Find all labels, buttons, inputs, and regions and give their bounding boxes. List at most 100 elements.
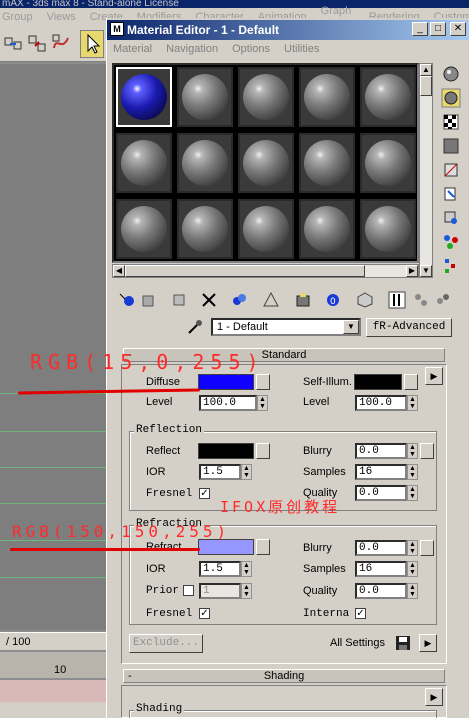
self-illum-level-spinner-arrows[interactable]: ▲ ▼	[407, 395, 418, 411]
self-illum-color-swatch[interactable]	[354, 374, 402, 390]
refract-map-button[interactable]	[256, 539, 270, 555]
go-to-parent-icon[interactable]	[412, 291, 430, 309]
assign-material-icon[interactable]	[170, 291, 188, 309]
menu-item-views[interactable]: Views	[47, 11, 76, 23]
horizontal-scrollbar[interactable]: ◀ ▶	[112, 264, 419, 278]
save-settings-icon[interactable]	[394, 634, 412, 652]
refract-color-swatch[interactable]	[198, 539, 254, 555]
sample-uv-tiling-icon[interactable]	[441, 136, 461, 156]
reset-map-icon[interactable]	[200, 291, 218, 309]
refraction-blurry-map-button[interactable]	[420, 540, 434, 556]
material-id-channel-icon[interactable]: 0	[324, 291, 342, 309]
reflection-fresnel-checkbox[interactable]: ✓	[199, 488, 210, 499]
make-unique-icon[interactable]	[262, 291, 280, 309]
refraction-prior-spinner[interactable]: 1	[199, 583, 241, 599]
scroll-left-arrow-icon[interactable]: ◀	[113, 265, 125, 277]
show-map-in-viewport-icon[interactable]	[356, 291, 374, 309]
minimize-button[interactable]: _	[412, 22, 428, 36]
diffuse-color-swatch[interactable]	[198, 374, 254, 390]
refraction-fresnel-checkbox[interactable]: ✓	[199, 608, 210, 619]
unlink-icon[interactable]	[26, 32, 48, 54]
scroll-up-arrow-icon[interactable]: ▲	[420, 64, 432, 76]
track-bar[interactable]	[0, 680, 106, 702]
refraction-quality-spinner[interactable]: 0.0	[355, 583, 407, 599]
horizontal-scroll-thumb[interactable]	[125, 265, 365, 277]
refraction-samples-spinner-arrows[interactable]: ▲ ▼	[407, 561, 418, 577]
reflection-quality-spinner[interactable]: 0.0	[355, 485, 407, 501]
self-illum-level-spinner[interactable]: 100.0	[355, 395, 407, 411]
material-map-navigator-icon[interactable]	[441, 256, 461, 276]
viewport[interactable]	[0, 64, 106, 630]
reflection-blurry-spinner[interactable]: 0.0	[355, 443, 407, 459]
vertical-scroll-thumb[interactable]	[420, 76, 432, 96]
refraction-blurry-spinner[interactable]: 0.0	[355, 540, 407, 556]
exclude-button[interactable]: Exclude...	[129, 634, 203, 653]
sample-slot[interactable]	[177, 199, 233, 259]
rollout-header-shading[interactable]: - Shading	[123, 669, 445, 683]
menu-item-material[interactable]: Material	[113, 43, 152, 55]
refraction-quality-spinner-arrows[interactable]: ▲ ▼	[407, 583, 418, 599]
material-type-button[interactable]: fR-Advanced	[366, 318, 452, 337]
put-to-library-icon[interactable]	[294, 291, 312, 309]
sample-slot[interactable]	[360, 67, 416, 127]
time-slider[interactable]: / 100	[0, 632, 106, 650]
show-end-result-icon[interactable]	[388, 291, 406, 309]
select-by-material-icon[interactable]	[441, 232, 461, 252]
sample-slot[interactable]	[177, 67, 233, 127]
menu-item-utilities[interactable]: Utilities	[284, 43, 319, 55]
put-material-to-scene-icon[interactable]	[140, 291, 158, 309]
go-forward-to-sibling-icon[interactable]	[434, 291, 452, 309]
diffuse-level-spinner-arrows[interactable]: ▲ ▼	[257, 395, 268, 411]
backlight-icon[interactable]	[441, 88, 461, 108]
select-object-button[interactable]	[80, 30, 104, 58]
refraction-ior-spinner-arrows[interactable]: ▲ ▼	[241, 561, 252, 577]
menu-item-group[interactable]: Group	[2, 11, 33, 23]
make-material-copy-icon[interactable]	[230, 291, 248, 309]
sample-slot[interactable]	[299, 199, 355, 259]
options-icon[interactable]	[441, 208, 461, 228]
refraction-samples-spinner[interactable]: 16	[355, 561, 407, 577]
reflect-map-button[interactable]	[256, 443, 270, 459]
reflection-quality-spinner-arrows[interactable]: ▲ ▼	[407, 485, 418, 501]
get-material-icon[interactable]	[118, 291, 136, 309]
video-color-check-icon[interactable]	[441, 160, 461, 180]
maximize-button[interactable]: □	[430, 22, 446, 36]
sample-slot[interactable]	[116, 199, 172, 259]
make-preview-icon[interactable]	[441, 184, 461, 204]
sample-slot[interactable]	[299, 67, 355, 127]
background-checker-icon[interactable]	[441, 112, 461, 132]
refraction-blurry-spinner-arrows[interactable]: ▲ ▼	[407, 540, 418, 556]
vertical-scrollbar[interactable]: ▲ ▼	[419, 63, 433, 278]
link-icon[interactable]	[2, 32, 24, 54]
close-button[interactable]: ✕	[450, 22, 466, 36]
diffuse-level-spinner[interactable]: 100.0	[199, 395, 257, 411]
reflect-color-swatch[interactable]	[198, 443, 254, 459]
reflection-samples-spinner[interactable]: 16	[355, 464, 407, 480]
reflection-samples-spinner-arrows[interactable]: ▲ ▼	[407, 464, 418, 480]
sample-slot[interactable]	[238, 133, 294, 193]
settings-expand-arrow-icon[interactable]: ▶	[419, 634, 437, 652]
menu-item-navigation[interactable]: Navigation	[166, 43, 218, 55]
sample-slot[interactable]	[238, 199, 294, 259]
pick-material-eyedropper-icon[interactable]	[186, 318, 204, 336]
material-name-dropdown-arrow-icon[interactable]: ▼	[343, 320, 359, 334]
shading-expand-arrow-icon[interactable]: ▶	[425, 688, 443, 706]
sample-slot[interactable]	[360, 199, 416, 259]
self-illum-map-button[interactable]	[404, 374, 418, 390]
sample-slot[interactable]	[116, 67, 172, 127]
scroll-down-arrow-icon[interactable]: ▼	[420, 265, 432, 277]
reflection-ior-spinner[interactable]: 1.5	[199, 464, 241, 480]
sample-slot[interactable]	[177, 133, 233, 193]
menu-item-options[interactable]: Options	[232, 43, 270, 55]
refraction-internal-checkbox[interactable]: ✓	[355, 608, 366, 619]
refraction-prior-checkbox[interactable]	[183, 585, 194, 596]
sample-slot[interactable]	[360, 133, 416, 193]
bind-space-warp-icon[interactable]	[50, 32, 72, 54]
reflection-blurry-map-button[interactable]	[420, 443, 434, 459]
reflection-blurry-spinner-arrows[interactable]: ▲ ▼	[407, 443, 418, 459]
sample-slot[interactable]	[299, 133, 355, 193]
sample-slot[interactable]	[238, 67, 294, 127]
refraction-prior-spinner-arrows[interactable]: ▲ ▼	[241, 583, 252, 599]
reflection-ior-spinner-arrows[interactable]: ▲ ▼	[241, 464, 252, 480]
refraction-ior-spinner[interactable]: 1.5	[199, 561, 241, 577]
